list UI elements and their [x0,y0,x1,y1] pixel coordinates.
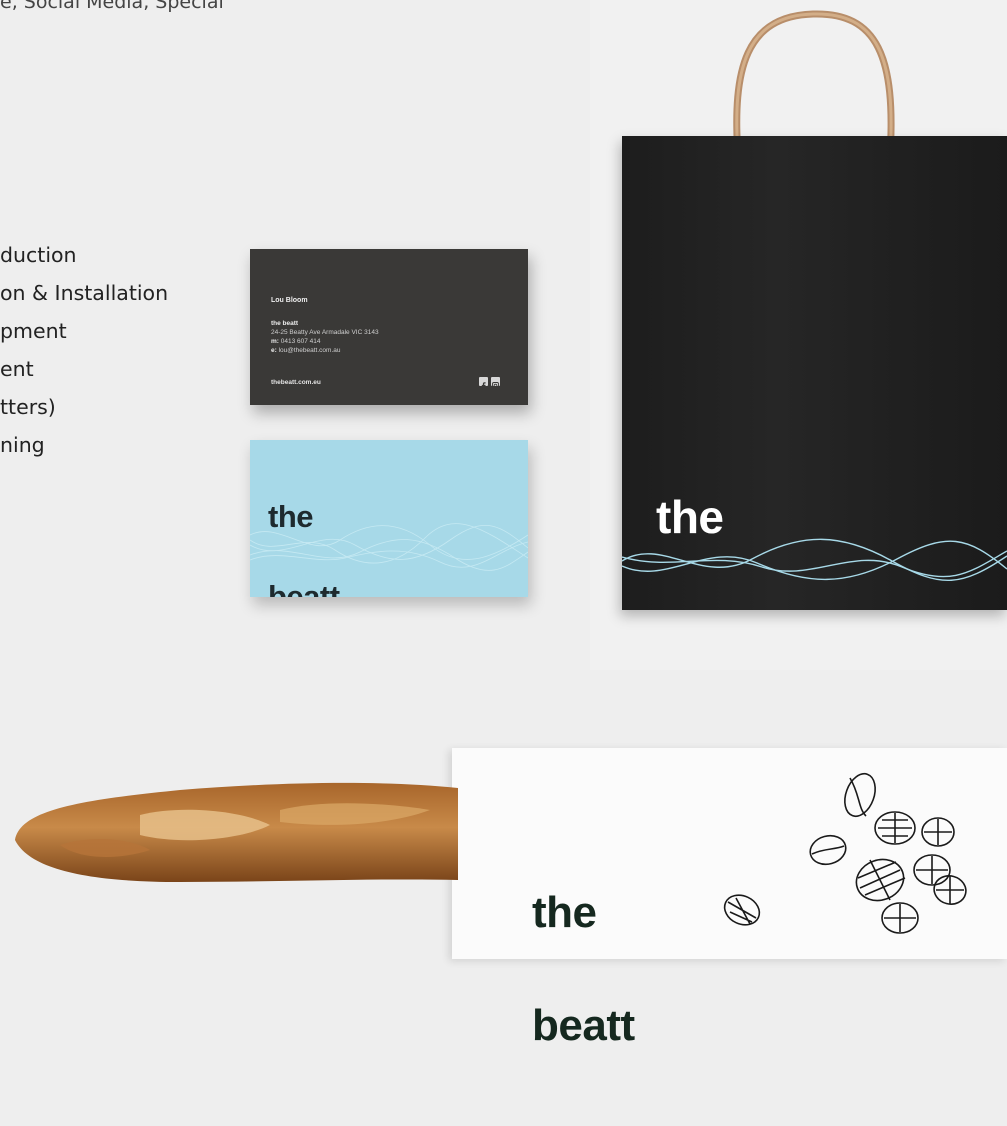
card-address: 24-25 Beatty Ave Armadale VIC 3143 [271,329,379,336]
card-email-label: e: [271,347,277,354]
service-item: tters) [0,395,56,419]
service-item: duction [0,243,77,267]
card-name: Lou Bloom [271,297,308,304]
service-item: ent [0,357,34,381]
business-card-back: Lou Bloom the beatt 24-25 Beatty Ave Arm… [250,249,528,405]
service-item: pment [0,319,67,343]
top-text-fragment: e, Social Media, Special [0,0,224,13]
baguette-image [15,782,458,882]
card-social-icons [479,377,500,390]
card-mobile-line: m: 0413 607 414 [271,338,321,345]
shopping-bag: the beatt [622,136,1007,610]
service-item: ning [0,433,45,457]
card-wave-pattern [250,523,528,571]
card-email-line: e: lou@thebeatt.com.au [271,347,340,354]
services-list: duction on & Installation pment ent tter… [0,240,168,468]
sleeve-logo: the beatt [532,818,635,1121]
card-website: thebeatt.com.eu [271,379,321,386]
service-item: on & Installation [0,281,169,305]
instagram-icon [491,377,500,389]
facebook-icon [479,377,488,390]
business-card-front: the beatt [250,440,528,597]
card-mobile: 0413 607 414 [280,338,321,345]
bag-wave-pattern [622,538,1007,581]
logo-line-the: the [532,887,597,937]
coffee-beans-illustration [723,772,967,934]
card-mobile-label: m: [271,338,279,345]
logo-line-beatt: beatt [532,1001,635,1051]
card-email: lou@thebeatt.com.au [278,347,341,354]
card-company: the beatt [271,320,299,327]
